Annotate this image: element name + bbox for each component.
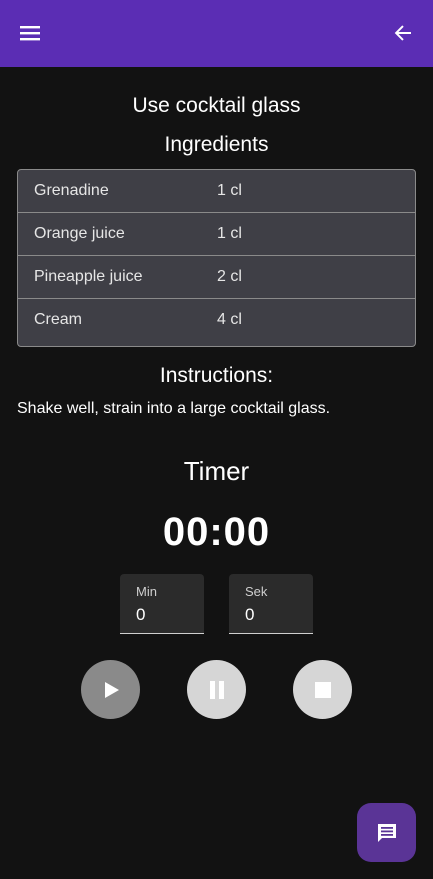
arrow-back-icon <box>394 25 411 41</box>
timer-display: 00:00 <box>162 510 271 554</box>
minutes-field[interactable]: Min 0 <box>120 574 204 634</box>
glass-title: Use cocktail glass <box>132 94 301 117</box>
ingredients-table: Grenadine 1 cl Orange juice 1 cl Pineapp… <box>17 169 416 347</box>
instructions-title: Instructions: <box>159 364 274 387</box>
ingredient-name: Cream <box>34 311 83 328</box>
menu-button[interactable] <box>15 18 45 48</box>
stop-button[interactable] <box>293 660 352 719</box>
table-row: Pineapple juice 2 cl <box>18 256 415 299</box>
table-row: Grenadine 1 cl <box>18 170 415 213</box>
ingredient-name: Orange juice <box>34 225 125 242</box>
play-icon <box>104 681 119 698</box>
ingredient-amount: 2 cl <box>217 268 242 285</box>
ingredient-amount: 1 cl <box>217 225 242 242</box>
ingredient-name: Pineapple juice <box>34 268 143 285</box>
stop-icon <box>314 681 331 698</box>
menu-icon <box>20 26 40 41</box>
pause-icon <box>209 680 224 699</box>
ingredient-name: Grenadine <box>34 182 109 199</box>
app-bar <box>0 0 433 67</box>
play-button[interactable] <box>81 660 140 719</box>
seconds-field[interactable]: Sek 0 <box>229 574 313 634</box>
seconds-label: Sek <box>245 584 268 599</box>
minutes-label: Min <box>136 584 157 599</box>
table-row: Orange juice 1 cl <box>18 213 415 256</box>
seconds-input[interactable]: 0 <box>245 605 254 625</box>
chat-icon <box>377 823 396 842</box>
ingredient-amount: 4 cl <box>217 311 242 328</box>
back-button[interactable] <box>388 18 418 48</box>
pause-button[interactable] <box>187 660 246 719</box>
instructions-text: Shake well, strain into a large cocktail… <box>17 400 331 417</box>
minutes-input[interactable]: 0 <box>136 605 145 625</box>
timer-title: Timer <box>183 456 250 486</box>
table-row: Cream 4 cl <box>18 299 415 343</box>
ingredient-amount: 1 cl <box>217 182 242 199</box>
chat-fab[interactable] <box>357 803 416 862</box>
ingredients-title: Ingredients <box>164 133 269 156</box>
